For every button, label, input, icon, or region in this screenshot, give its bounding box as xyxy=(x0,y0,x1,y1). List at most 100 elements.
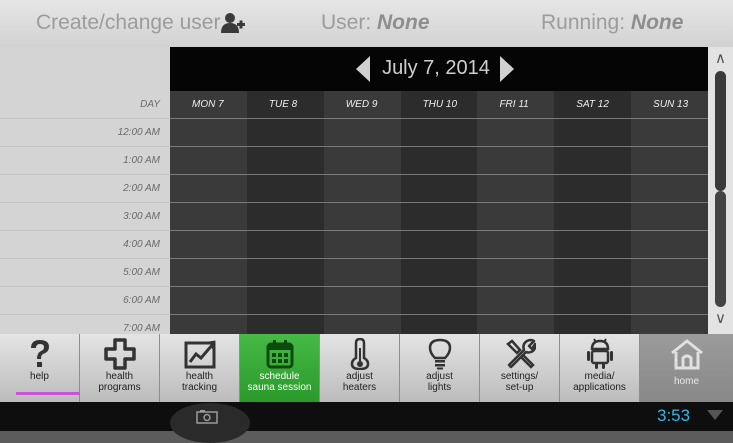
calendar-slot[interactable] xyxy=(170,175,247,202)
next-week-arrow-icon[interactable] xyxy=(500,56,514,82)
calendar-slot[interactable] xyxy=(246,287,324,314)
day-header: FRI 11 xyxy=(477,91,555,118)
calendar-slot[interactable] xyxy=(323,147,401,174)
month-navigation: July 7, 2014 xyxy=(170,47,708,91)
create-change-user-button[interactable]: Create/change user xyxy=(36,11,246,35)
top-status-bar: Create/change user User: None Running: N… xyxy=(0,0,733,47)
nav-label: home xyxy=(673,376,699,387)
calendar-slot[interactable] xyxy=(323,231,401,258)
calendar-slot[interactable] xyxy=(631,203,709,230)
calendar-slot[interactable] xyxy=(554,119,632,146)
calendar-slot[interactable] xyxy=(246,231,324,258)
calendar-slot[interactable] xyxy=(477,203,555,230)
time-label: 6:00 AM xyxy=(0,287,170,314)
calendar-date-title: July 7, 2014 xyxy=(382,57,490,79)
scrollbar-thumb[interactable] xyxy=(715,71,726,191)
calendar-slot[interactable] xyxy=(631,175,709,202)
calendar-slot[interactable] xyxy=(400,259,478,286)
calendar-slot[interactable] xyxy=(477,147,555,174)
calendar-slot[interactable] xyxy=(631,147,709,174)
schedule-sauna-session-button[interactable]: schedule sauna session xyxy=(240,334,320,402)
calendar-slot[interactable] xyxy=(631,231,709,258)
calendar-slot[interactable] xyxy=(554,203,632,230)
time-label: 12:00 AM xyxy=(0,119,170,146)
calendar-slot[interactable] xyxy=(323,287,401,314)
calendar-slot[interactable] xyxy=(631,287,709,314)
calendar-slot[interactable] xyxy=(554,147,632,174)
scrollbar-track[interactable] xyxy=(715,191,726,307)
media-applications-button[interactable]: media/ applications xyxy=(560,334,640,402)
calendar-slot[interactable] xyxy=(323,175,401,202)
adjust-lights-button[interactable]: adjust lights xyxy=(400,334,480,402)
health-cross-icon xyxy=(103,338,136,370)
calendar-slot[interactable] xyxy=(170,119,247,146)
calendar-slot[interactable] xyxy=(170,147,247,174)
time-label: 3:00 AM xyxy=(0,203,170,230)
time-slot-row: 1:00 AM xyxy=(0,146,709,174)
calendar-slot[interactable] xyxy=(323,203,401,230)
settings-setup-button[interactable]: settings/ set-up xyxy=(480,334,560,402)
day-column-label: DAY xyxy=(0,91,170,118)
calendar-slot[interactable] xyxy=(477,175,555,202)
calendar-slot[interactable] xyxy=(323,119,401,146)
time-slot-row: 4:00 AM xyxy=(0,230,709,258)
day-header: SUN 13 xyxy=(631,91,709,118)
home-button[interactable]: home xyxy=(640,334,733,402)
running-label: Running: xyxy=(541,11,631,34)
android-icon xyxy=(586,338,613,369)
calendar-slot[interactable] xyxy=(400,147,478,174)
calendar-slot[interactable] xyxy=(554,175,632,202)
calendar-slot[interactable] xyxy=(477,231,555,258)
nav-label: media/ applications xyxy=(573,371,626,393)
running-value: None xyxy=(630,11,684,34)
calendar-slot[interactable] xyxy=(246,119,324,146)
calendar-slot[interactable] xyxy=(170,287,247,314)
calendar-slot[interactable] xyxy=(323,259,401,286)
calendar-slot[interactable] xyxy=(477,119,555,146)
nav-label: schedule sauna session xyxy=(247,371,312,393)
help-button[interactable]: help xyxy=(0,334,80,402)
health-programs-button[interactable]: health programs xyxy=(80,334,160,402)
calendar-slot[interactable] xyxy=(631,119,709,146)
calendar-grid: DAY MON 7 TUE 8 WED 9 THU 10 FRI 11 SAT … xyxy=(0,91,709,342)
calendar-slot[interactable] xyxy=(477,287,555,314)
calendar-slot[interactable] xyxy=(170,259,247,286)
previous-week-arrow-icon[interactable] xyxy=(356,56,370,82)
calendar-slot[interactable] xyxy=(246,203,324,230)
calendar-slot[interactable] xyxy=(400,119,478,146)
calendar-slot[interactable] xyxy=(170,203,247,230)
scroll-up-chevron-icon[interactable]: ∧ xyxy=(708,49,733,71)
lightbulb-icon xyxy=(428,338,451,370)
calendar-slot[interactable] xyxy=(400,203,478,230)
add-user-icon xyxy=(221,13,246,33)
calendar-slot[interactable] xyxy=(631,259,709,286)
adjust-heaters-button[interactable]: adjust heaters xyxy=(320,334,400,402)
time-slot-row: 12:00 AM xyxy=(0,118,709,146)
tools-icon xyxy=(505,338,536,369)
wifi-signal-icon xyxy=(707,410,723,420)
time-slot-row: 2:00 AM xyxy=(0,174,709,202)
calendar-slot[interactable] xyxy=(400,175,478,202)
calendar-slot[interactable] xyxy=(400,287,478,314)
calendar-slot[interactable] xyxy=(400,231,478,258)
system-clock: 3:53 xyxy=(657,406,691,425)
time-label: 2:00 AM xyxy=(0,175,170,202)
time-slot-row: 6:00 AM xyxy=(0,286,709,314)
calendar-slot[interactable] xyxy=(246,175,324,202)
calendar-scrollbar[interactable]: ∧ ∨ xyxy=(708,47,733,334)
camera-icon xyxy=(196,410,218,424)
calendar-slot[interactable] xyxy=(554,231,632,258)
scroll-down-chevron-icon[interactable]: ∨ xyxy=(708,309,733,331)
nav-label: adjust lights xyxy=(426,371,453,393)
calendar-slot[interactable] xyxy=(554,287,632,314)
calendar-slot[interactable] xyxy=(477,259,555,286)
time-slot-row: 3:00 AM xyxy=(0,202,709,230)
nav-label: health programs xyxy=(98,371,141,393)
calendar-slot[interactable] xyxy=(554,259,632,286)
calendar-slot[interactable] xyxy=(246,259,324,286)
calendar-slot[interactable] xyxy=(170,231,247,258)
nav-label: health tracking xyxy=(181,371,217,393)
day-header: TUE 8 xyxy=(246,91,324,118)
health-tracking-button[interactable]: health tracking xyxy=(160,334,240,402)
calendar-slot[interactable] xyxy=(246,147,324,174)
